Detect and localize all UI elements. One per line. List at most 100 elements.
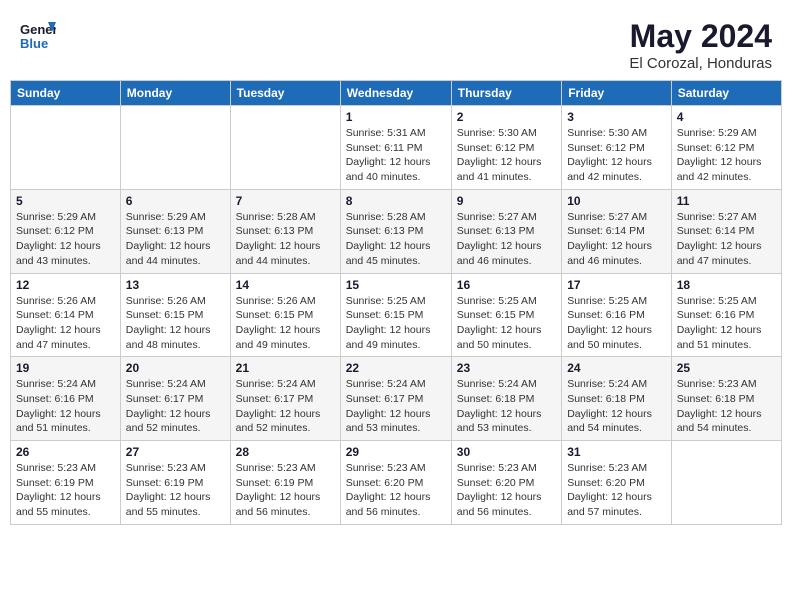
day-number: 31 [567,445,666,459]
day-info: Sunrise: 5:23 AMSunset: 6:19 PMDaylight:… [126,461,225,520]
day-info: Sunrise: 5:24 AMSunset: 6:18 PMDaylight:… [567,377,666,436]
calendar-header: SundayMondayTuesdayWednesdayThursdayFrid… [11,81,782,106]
day-info: Sunrise: 5:30 AMSunset: 6:12 PMDaylight:… [567,126,666,185]
day-info: Sunrise: 5:23 AMSunset: 6:19 PMDaylight:… [16,461,115,520]
day-number: 21 [236,361,335,375]
day-info: Sunrise: 5:23 AMSunset: 6:20 PMDaylight:… [567,461,666,520]
day-number: 13 [126,278,225,292]
day-info: Sunrise: 5:28 AMSunset: 6:13 PMDaylight:… [346,210,446,269]
day-info: Sunrise: 5:27 AMSunset: 6:14 PMDaylight:… [567,210,666,269]
day-info: Sunrise: 5:26 AMSunset: 6:14 PMDaylight:… [16,294,115,353]
day-number: 4 [677,110,776,124]
day-number: 18 [677,278,776,292]
day-info: Sunrise: 5:23 AMSunset: 6:18 PMDaylight:… [677,377,776,436]
month-title: May 2024 [629,18,772,55]
day-number: 12 [16,278,115,292]
day-number: 26 [16,445,115,459]
calendar-cell: 16Sunrise: 5:25 AMSunset: 6:15 PMDayligh… [451,273,561,357]
calendar-cell: 19 Sunrise: 5:24 AMSunset: 6:16 PMDayligh… [11,357,121,441]
day-number: 27 [126,445,225,459]
day-number: 9 [457,194,556,208]
calendar-cell: 26 Sunrise: 5:23 AMSunset: 6:19 PMDayligh… [11,441,121,525]
calendar-cell: 28 Sunrise: 5:23 AMSunset: 6:19 PMDayligh… [230,441,340,525]
calendar-cell: 27 Sunrise: 5:23 AMSunset: 6:19 PMDayligh… [120,441,230,525]
calendar-cell [120,106,230,190]
day-number: 14 [236,278,335,292]
calendar-cell: 4 Sunrise: 5:29 AMSunset: 6:12 PMDaylight… [671,106,781,190]
day-info: Sunrise: 5:26 AMSunset: 6:15 PMDaylight:… [126,294,225,353]
calendar-table: SundayMondayTuesdayWednesdayThursdayFrid… [10,80,782,525]
calendar-cell: 1Sunrise: 5:31 AMSunset: 6:11 PMDaylight… [340,106,451,190]
day-number: 8 [346,194,446,208]
day-info: Sunrise: 5:25 AMSunset: 6:15 PMDaylight:… [346,294,446,353]
day-info: Sunrise: 5:29 AMSunset: 6:12 PMDaylight:… [16,210,115,269]
day-number: 30 [457,445,556,459]
calendar-cell: 7 Sunrise: 5:28 AMSunset: 6:13 PMDaylight… [230,189,340,273]
day-number: 28 [236,445,335,459]
day-number: 11 [677,194,776,208]
day-number: 6 [126,194,225,208]
day-info: Sunrise: 5:24 AMSunset: 6:17 PMDaylight:… [126,377,225,436]
calendar-cell: 20 Sunrise: 5:24 AMSunset: 6:17 PMDayligh… [120,357,230,441]
calendar-cell: 10 Sunrise: 5:27 AMSunset: 6:14 PMDayligh… [562,189,672,273]
page-header: General Blue May 2024 El Corozal, Hondur… [10,10,782,76]
calendar-cell [11,106,121,190]
column-header-sunday: Sunday [11,81,121,106]
calendar-cell: 24 Sunrise: 5:24 AMSunset: 6:18 PMDayligh… [562,357,672,441]
day-number: 15 [346,278,446,292]
day-info: Sunrise: 5:25 AMSunset: 6:15 PMDaylight:… [457,294,556,353]
day-info: Sunrise: 5:24 AMSunset: 6:17 PMDaylight:… [236,377,335,436]
day-info: Sunrise: 5:23 AMSunset: 6:20 PMDaylight:… [346,461,446,520]
day-info: Sunrise: 5:24 AMSunset: 6:18 PMDaylight:… [457,377,556,436]
day-info: Sunrise: 5:26 AMSunset: 6:15 PMDaylight:… [236,294,335,353]
day-number: 19 [16,361,115,375]
column-header-friday: Friday [562,81,672,106]
day-info: Sunrise: 5:28 AMSunset: 6:13 PMDaylight:… [236,210,335,269]
day-number: 20 [126,361,225,375]
svg-text:Blue: Blue [20,36,48,51]
calendar-cell: 6 Sunrise: 5:29 AMSunset: 6:13 PMDaylight… [120,189,230,273]
column-header-tuesday: Tuesday [230,81,340,106]
day-number: 3 [567,110,666,124]
day-info: Sunrise: 5:24 AMSunset: 6:16 PMDaylight:… [16,377,115,436]
calendar-cell: 8 Sunrise: 5:28 AMSunset: 6:13 PMDaylight… [340,189,451,273]
day-number: 10 [567,194,666,208]
day-info: Sunrise: 5:23 AMSunset: 6:19 PMDaylight:… [236,461,335,520]
day-number: 24 [567,361,666,375]
calendar-cell: 30 Sunrise: 5:23 AMSunset: 6:20 PMDayligh… [451,441,561,525]
calendar-cell: 18 Sunrise: 5:25 AMSunset: 6:16 PMDayligh… [671,273,781,357]
calendar-cell: 29Sunrise: 5:23 AMSunset: 6:20 PMDayligh… [340,441,451,525]
day-number: 25 [677,361,776,375]
day-number: 23 [457,361,556,375]
calendar-cell: 25 Sunrise: 5:23 AMSunset: 6:18 PMDayligh… [671,357,781,441]
logo-icon: General Blue [20,18,56,54]
title-block: May 2024 El Corozal, Honduras [629,18,772,72]
day-info: Sunrise: 5:25 AMSunset: 6:16 PMDaylight:… [677,294,776,353]
calendar-cell: 9 Sunrise: 5:27 AMSunset: 6:13 PMDaylight… [451,189,561,273]
calendar-cell: 12 Sunrise: 5:26 AMSunset: 6:14 PMDayligh… [11,273,121,357]
calendar-cell: 23 Sunrise: 5:24 AMSunset: 6:18 PMDayligh… [451,357,561,441]
location-subtitle: El Corozal, Honduras [629,55,772,72]
calendar-cell: 17Sunrise: 5:25 AMSunset: 6:16 PMDayligh… [562,273,672,357]
day-info: Sunrise: 5:24 AMSunset: 6:17 PMDaylight:… [346,377,446,436]
logo: General Blue [20,18,58,54]
calendar-cell [671,441,781,525]
day-number: 7 [236,194,335,208]
calendar-cell: 31 Sunrise: 5:23 AMSunset: 6:20 PMDayligh… [562,441,672,525]
calendar-cell: 15 Sunrise: 5:25 AMSunset: 6:15 PMDayligh… [340,273,451,357]
column-header-wednesday: Wednesday [340,81,451,106]
day-info: Sunrise: 5:31 AMSunset: 6:11 PMDaylight:… [346,126,446,185]
calendar-cell: 5Sunrise: 5:29 AMSunset: 6:12 PMDaylight… [11,189,121,273]
calendar-cell: 3 Sunrise: 5:30 AMSunset: 6:12 PMDaylight… [562,106,672,190]
column-header-thursday: Thursday [451,81,561,106]
day-info: Sunrise: 5:27 AMSunset: 6:13 PMDaylight:… [457,210,556,269]
day-info: Sunrise: 5:27 AMSunset: 6:14 PMDaylight:… [677,210,776,269]
day-info: Sunrise: 5:29 AMSunset: 6:13 PMDaylight:… [126,210,225,269]
day-number: 22 [346,361,446,375]
day-number: 17 [567,278,666,292]
calendar-cell: 11 Sunrise: 5:27 AMSunset: 6:14 PMDayligh… [671,189,781,273]
day-info: Sunrise: 5:23 AMSunset: 6:20 PMDaylight:… [457,461,556,520]
day-info: Sunrise: 5:30 AMSunset: 6:12 PMDaylight:… [457,126,556,185]
day-info: Sunrise: 5:29 AMSunset: 6:12 PMDaylight:… [677,126,776,185]
calendar-cell: 2Sunrise: 5:30 AMSunset: 6:12 PMDaylight… [451,106,561,190]
